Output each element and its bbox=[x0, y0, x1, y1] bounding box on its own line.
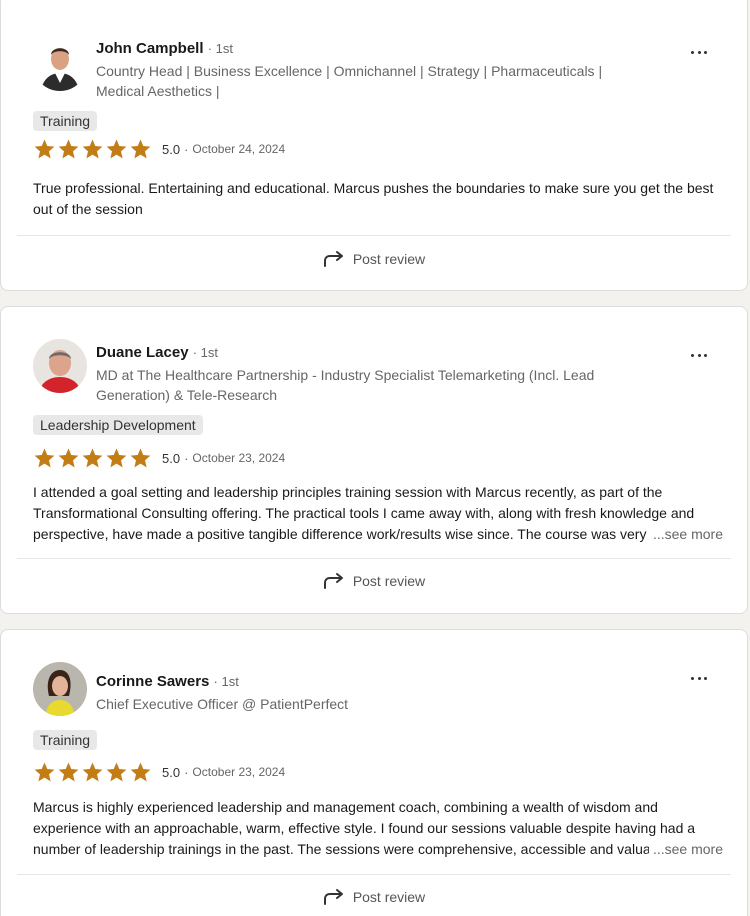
avatar[interactable] bbox=[33, 662, 87, 716]
post-review-label: Post review bbox=[352, 251, 426, 267]
star-icon bbox=[130, 138, 151, 158]
reviewer-header: Duane Lacey · 1st MD at The Healthcare P… bbox=[96, 343, 637, 405]
separator: · bbox=[184, 141, 189, 157]
reviewer-headline: MD at The Healthcare Partnership - Indus… bbox=[96, 367, 595, 403]
share-arrow-icon bbox=[323, 573, 343, 589]
review-text-content: True professional. Entertaining and educ… bbox=[33, 180, 714, 217]
service-tag: Training bbox=[33, 111, 98, 131]
review-text-content: I attended a goal setting and leadership… bbox=[33, 484, 695, 542]
divider bbox=[17, 874, 731, 875]
rating-score: 5.0 bbox=[162, 141, 181, 157]
star-rating bbox=[33, 761, 152, 784]
review-date: October 24, 2024 bbox=[192, 142, 286, 156]
star-icon bbox=[106, 447, 127, 467]
review-text: True professional. Entertaining and educ… bbox=[33, 178, 723, 220]
review-card: Duane Lacey · 1st MD at The Healthcare P… bbox=[0, 306, 748, 614]
star-icon bbox=[58, 447, 79, 467]
rating-score: 5.0 bbox=[162, 764, 181, 780]
reviewer-name[interactable]: Duane Lacey bbox=[96, 344, 189, 361]
more-options-icon[interactable] bbox=[691, 675, 707, 681]
review-text-content: Marcus is highly experienced leadership … bbox=[33, 799, 696, 857]
star-icon bbox=[34, 761, 55, 781]
connection-degree: · 1st bbox=[213, 674, 239, 689]
review-text: I attended a goal setting and leadership… bbox=[33, 482, 723, 545]
star-icon bbox=[34, 138, 55, 158]
star-icon bbox=[130, 761, 151, 781]
reviewer-headline: Country Head | Business Excellence | Omn… bbox=[96, 63, 603, 99]
review-card: Corinne Sawers · 1st Chief Executive Off… bbox=[0, 629, 748, 916]
rating: 5.0 · October 23, 2024 bbox=[33, 760, 285, 784]
review-card: John Campbell · 1st Country Head | Busin… bbox=[0, 0, 748, 291]
avatar[interactable] bbox=[33, 37, 87, 91]
star-icon bbox=[106, 138, 127, 158]
review-date: October 23, 2024 bbox=[192, 765, 286, 779]
rating: 5.0 · October 24, 2024 bbox=[33, 137, 285, 161]
review-date: October 23, 2024 bbox=[192, 451, 286, 465]
star-icon bbox=[82, 447, 103, 467]
see-more-link[interactable]: ...see more bbox=[648, 524, 723, 545]
more-options-icon[interactable] bbox=[691, 49, 707, 55]
more-options-icon[interactable] bbox=[691, 352, 707, 358]
connection-degree: · 1st bbox=[192, 345, 219, 360]
share-arrow-icon bbox=[323, 251, 343, 267]
star-icon bbox=[106, 761, 127, 781]
star-icon bbox=[130, 447, 151, 467]
separator: · bbox=[184, 764, 189, 780]
reviewer-name[interactable]: Corinne Sawers bbox=[96, 673, 209, 690]
star-rating bbox=[33, 138, 152, 161]
star-icon bbox=[58, 138, 79, 158]
star-icon bbox=[82, 761, 103, 781]
share-arrow-icon bbox=[323, 889, 343, 905]
review-text: Marcus is highly experienced leadership … bbox=[33, 797, 723, 860]
see-more-link[interactable]: ...see more bbox=[648, 839, 723, 860]
reviewer-header: Corinne Sawers · 1st Chief Executive Off… bbox=[96, 672, 637, 714]
divider bbox=[17, 558, 731, 559]
post-review-button[interactable]: Post review bbox=[1, 569, 747, 593]
rating: 5.0 · October 23, 2024 bbox=[33, 446, 285, 470]
separator: · bbox=[184, 450, 189, 466]
connection-degree: · 1st bbox=[207, 41, 233, 56]
service-tag: Leadership Development bbox=[33, 415, 203, 435]
post-review-label: Post review bbox=[352, 889, 426, 905]
divider bbox=[17, 235, 731, 236]
reviewer-headline: Chief Executive Officer @ PatientPerfect bbox=[96, 696, 349, 712]
star-icon bbox=[58, 761, 79, 781]
post-review-button[interactable]: Post review bbox=[1, 885, 747, 909]
star-icon bbox=[82, 138, 103, 158]
reviewer-name[interactable]: John Campbell bbox=[96, 40, 204, 57]
post-review-label: Post review bbox=[352, 573, 426, 589]
star-rating bbox=[33, 447, 152, 470]
reviewer-header: John Campbell · 1st Country Head | Busin… bbox=[96, 39, 637, 101]
avatar[interactable] bbox=[33, 339, 87, 393]
star-icon bbox=[34, 447, 55, 467]
service-tag: Training bbox=[33, 730, 98, 750]
post-review-button[interactable]: Post review bbox=[1, 247, 747, 271]
rating-score: 5.0 bbox=[162, 450, 181, 466]
